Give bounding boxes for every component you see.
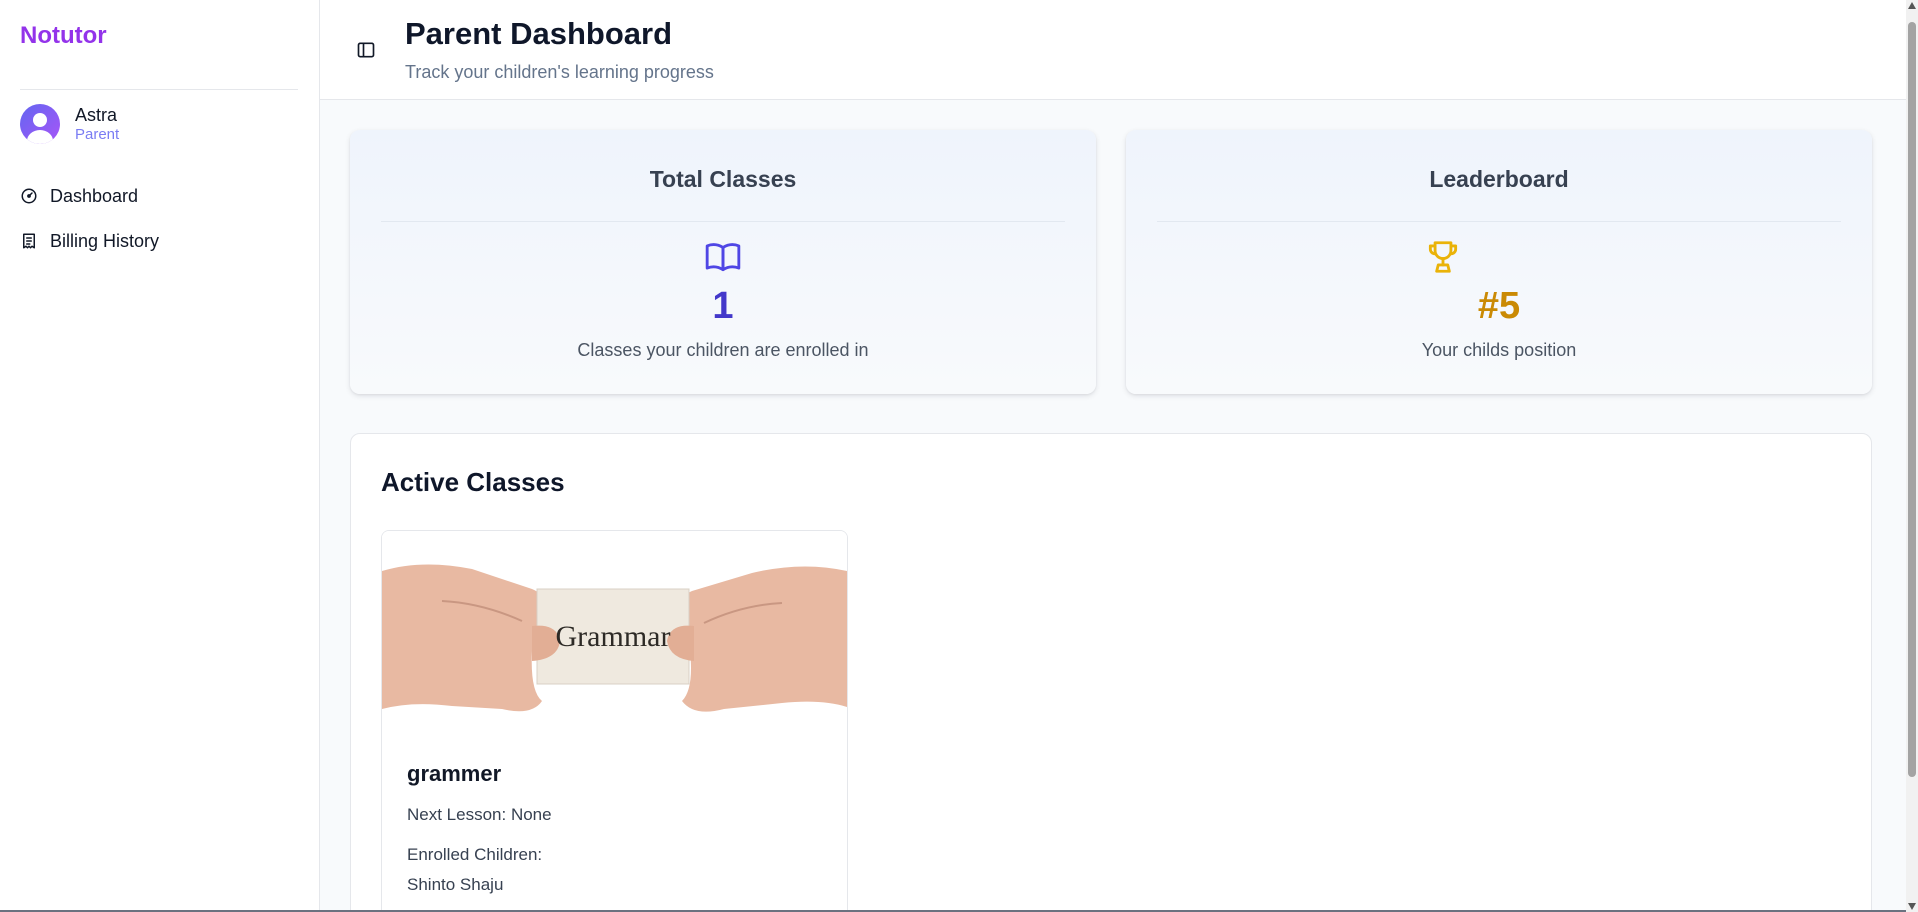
- user-avatar-icon: [20, 104, 60, 144]
- total-classes-description: Classes your children are enrolled in: [577, 340, 869, 360]
- brand-logo[interactable]: Notutor: [20, 22, 107, 50]
- scrollbar-thumb[interactable]: [1908, 22, 1916, 777]
- book-open-icon: [705, 243, 741, 272]
- trophy-icon: [1428, 241, 1458, 273]
- leaderboard-title: Leaderboard: [1429, 166, 1569, 192]
- sidebar-nav: Dashboard Billing History: [20, 184, 159, 274]
- user-profile: Astra Parent: [20, 104, 119, 144]
- class-next-lesson: Next Lesson: None: [407, 805, 552, 824]
- leaderboard-description: Your childs position: [1421, 340, 1577, 360]
- page-subtitle: Track your children's learning progress: [405, 62, 714, 82]
- class-name: grammer: [407, 761, 502, 786]
- enrolled-child-name: Shinto Shaju: [407, 875, 504, 894]
- dashboard-gauge-icon: [21, 188, 37, 204]
- page-title: Parent Dashboard: [405, 16, 673, 51]
- active-classes-title: Active Classes: [381, 467, 565, 497]
- user-name: Astra: [75, 105, 118, 125]
- sidebar-item-label: Dashboard: [50, 185, 139, 206]
- card-divider: [381, 221, 1065, 222]
- class-image-text: Grammar: [556, 620, 671, 653]
- sidebar-divider: [20, 89, 298, 90]
- sidebar-toggle-icon[interactable]: [356, 40, 376, 60]
- card-divider: [1157, 221, 1841, 222]
- grammar-card-image: Grammar: [382, 531, 847, 736]
- total-classes-title: Total Classes: [649, 166, 797, 192]
- total-classes-value: 1: [712, 285, 734, 327]
- receipt-icon: [23, 233, 35, 249]
- sidebar-item-label: Billing History: [50, 230, 160, 251]
- sidebar-item-dashboard[interactable]: Dashboard: [20, 184, 159, 208]
- vertical-scrollbar[interactable]: [1906, 0, 1918, 912]
- class-card[interactable]: Grammar grammer Next Lesson: None Enroll…: [381, 530, 848, 912]
- leaderboard-value: #5: [1477, 285, 1521, 327]
- page-header: Parent Dashboard Track your children's l…: [320, 0, 1906, 100]
- sidebar: Notutor Astra Parent Dashboard Billing H: [0, 0, 320, 912]
- scroll-down-arrow-icon[interactable]: [1908, 903, 1916, 910]
- user-role: Parent: [75, 126, 120, 143]
- active-classes-panel: Active Classes Grammar grammer Next Less…: [350, 433, 1872, 912]
- scroll-up-arrow-icon[interactable]: [1908, 2, 1916, 9]
- leaderboard-card: Leaderboard #5 Your childs position: [1126, 130, 1872, 394]
- enrolled-children-label: Enrolled Children:: [407, 845, 543, 864]
- class-thumbnail: Grammar: [382, 531, 847, 736]
- total-classes-card: Total Classes 1 Classes your children ar…: [350, 130, 1096, 394]
- sidebar-item-billing-history[interactable]: Billing History: [20, 229, 159, 253]
